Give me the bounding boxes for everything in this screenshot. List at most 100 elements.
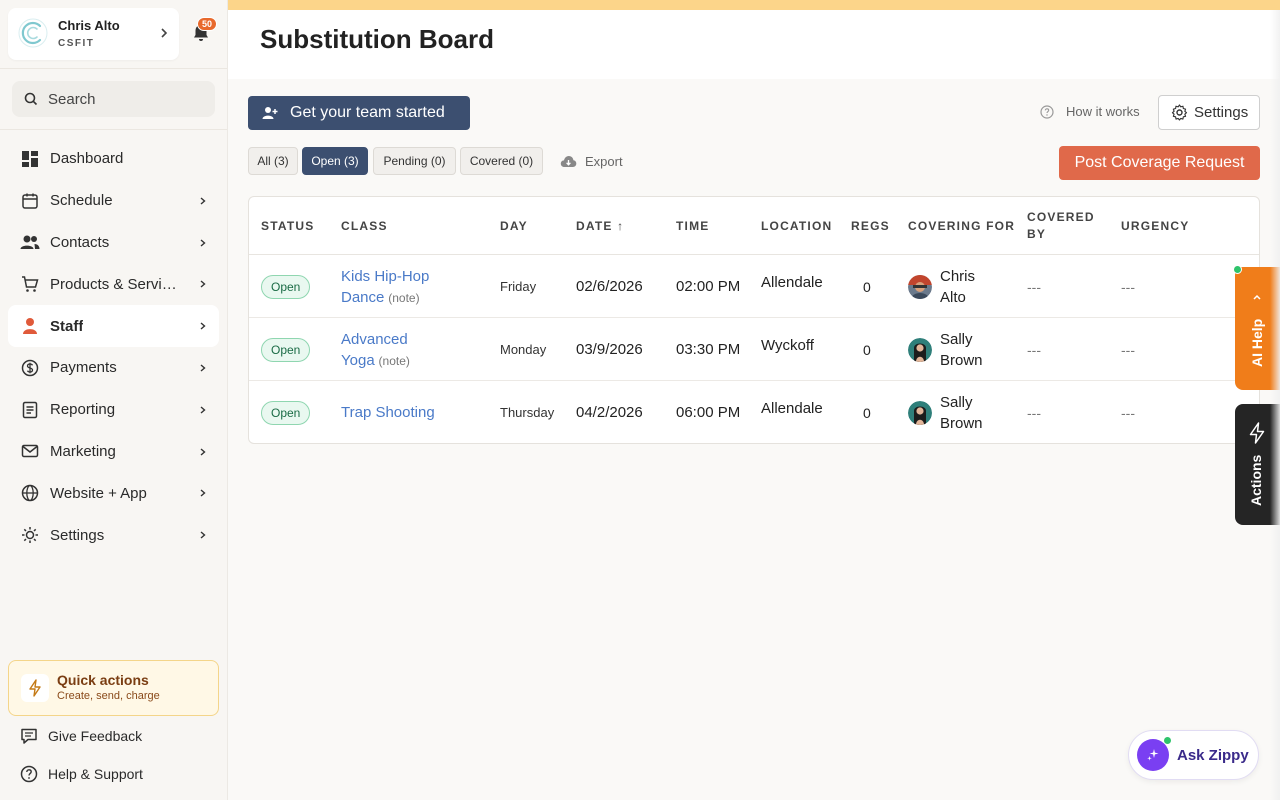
date-cell: 02/6/2026 (576, 278, 643, 295)
covered-by-cell: --- (1027, 404, 1041, 421)
col-header-date[interactable]: DATE ↑ (576, 197, 624, 254)
avatar (908, 274, 932, 299)
class-link[interactable]: Yoga (341, 352, 375, 369)
top-accent-bar (228, 0, 1280, 10)
actions-label: Actions (1248, 454, 1264, 506)
nav-label: Dashboard (50, 150, 124, 168)
class-link[interactable]: Trap Shooting (341, 402, 435, 423)
cloud-download-icon (560, 156, 577, 167)
chevron-right-icon (200, 448, 206, 456)
export-button[interactable]: Export (560, 154, 623, 169)
nav-label: Products & Services (50, 275, 182, 293)
table-row[interactable]: Open Advanced Yoga (note) Monday 03/9/20… (249, 318, 1259, 381)
nav-item-marketing[interactable]: Marketing (8, 431, 219, 473)
location-cell: Wyckoff (761, 337, 814, 354)
search-input[interactable] (48, 87, 208, 111)
filter-pending[interactable]: Pending (0) (373, 147, 456, 175)
nav-item-schedule[interactable]: Schedule (8, 180, 219, 222)
settings-label: Settings (1194, 104, 1249, 121)
help-support-link[interactable]: Help & Support (20, 765, 143, 783)
filter-covered[interactable]: Covered (0) (460, 147, 543, 175)
nav-item-payments[interactable]: Payments (8, 347, 219, 389)
filter-open[interactable]: Open (3) (302, 147, 368, 175)
covering-for-first: Sally (940, 393, 973, 411)
ask-zippy-button[interactable]: Ask Zippy (1128, 730, 1259, 780)
status-badge: Open (261, 274, 311, 299)
col-header-regs[interactable]: REGS (851, 197, 890, 254)
col-header-day[interactable]: DAY (500, 197, 528, 254)
profile-switcher[interactable]: Chris Alto CSFIT (8, 8, 179, 60)
class-link[interactable]: Dance (341, 289, 384, 306)
feedback-label: Give Feedback (48, 728, 143, 744)
col-header-urgency[interactable]: URGENCY (1121, 197, 1189, 254)
nav-item-website-app[interactable]: Website + App (8, 472, 219, 514)
chevron-right-icon (200, 406, 206, 414)
profile-name: Chris Alto (58, 18, 120, 33)
day-cell: Friday (500, 279, 537, 294)
filter-all[interactable]: All (3) (248, 147, 298, 175)
class-note[interactable]: (note) (388, 291, 419, 305)
class-note[interactable]: (note) (379, 354, 410, 368)
help-circle-icon (1040, 104, 1054, 119)
date-cell: 03/9/2026 (576, 341, 643, 358)
scroll-edge-shadow (1270, 10, 1280, 800)
team-button-label: Get your team started (290, 104, 445, 121)
contacts-icon (20, 232, 40, 252)
notification-badge: 50 (197, 17, 218, 31)
search-icon (24, 92, 38, 106)
col-header-location[interactable]: LOCATION (761, 197, 832, 254)
urgency-cell: --- (1121, 341, 1135, 358)
nav-item-dashboard[interactable]: Dashboard (8, 138, 219, 180)
main-nav: Dashboard Schedule Contacts Products & S… (8, 138, 219, 556)
status-badge: Open (261, 337, 311, 362)
covering-for-first: Chris (940, 267, 976, 285)
nav-item-contacts[interactable]: Contacts (8, 222, 219, 264)
col-header-class[interactable]: CLASS (341, 197, 388, 254)
post-coverage-request-button[interactable]: Post Coverage Request (1059, 146, 1260, 180)
urgency-cell: --- (1121, 278, 1135, 295)
get-team-started-button[interactable]: Get your team started (248, 96, 470, 130)
regs-cell: 0 (863, 404, 871, 421)
col-header-covered-by[interactable]: COVERED BY (1027, 197, 1107, 254)
location-cell: Allendale (761, 400, 823, 417)
nav-item-products-services[interactable]: Products & Services (8, 263, 219, 305)
avatar (908, 337, 932, 362)
divider (0, 129, 227, 130)
class-link[interactable]: Kids Hip-Hop (341, 266, 429, 287)
chevron-right-icon (161, 28, 168, 38)
nav-item-staff[interactable]: Staff (8, 305, 219, 347)
covering-for-last: Brown (940, 351, 983, 369)
page-title: Substitution Board (260, 24, 494, 54)
staff-icon (20, 316, 40, 336)
col-header-covering-for[interactable]: COVERING FOR (908, 197, 1015, 254)
settings-button[interactable]: Settings (1158, 95, 1260, 130)
location-cell: Allendale (761, 274, 823, 291)
col-header-status[interactable]: STATUS (261, 197, 314, 254)
regs-cell: 0 (863, 341, 871, 358)
chevron-right-icon (200, 489, 206, 497)
ai-help-label: AI Help (1249, 318, 1265, 367)
table-row[interactable]: Open Kids Hip-Hop Dance (note) Friday 02… (249, 255, 1259, 318)
globe-icon (20, 483, 40, 503)
quick-actions-subtitle: Create, send, charge (57, 690, 160, 702)
nav-item-settings[interactable]: Settings (8, 514, 219, 556)
covering-for-last: Alto (940, 288, 966, 306)
nav-item-reporting[interactable]: Reporting (8, 389, 219, 431)
give-feedback-link[interactable]: Give Feedback (20, 727, 142, 745)
how-it-works-link[interactable]: How it works (1040, 104, 1140, 119)
col-header-time[interactable]: TIME (676, 197, 709, 254)
nav-label: Website + App (50, 484, 147, 502)
covering-for-last: Brown (940, 414, 983, 432)
mail-icon (20, 441, 40, 461)
quick-actions-card[interactable]: Quick actions Create, send, charge (8, 660, 219, 716)
nav-label: Schedule (50, 192, 113, 210)
chevron-right-icon (200, 197, 206, 205)
cart-icon (20, 274, 40, 294)
online-indicator (1233, 265, 1242, 274)
quick-actions-title: Quick actions (57, 672, 149, 688)
help-label: Help & Support (48, 766, 143, 782)
class-link[interactable]: Advanced (341, 329, 410, 350)
table-row[interactable]: Open Trap Shooting Thursday 04/2/2026 06… (249, 381, 1259, 443)
nav-label: Staff (50, 317, 84, 335)
chevron-up-icon (1253, 294, 1261, 300)
